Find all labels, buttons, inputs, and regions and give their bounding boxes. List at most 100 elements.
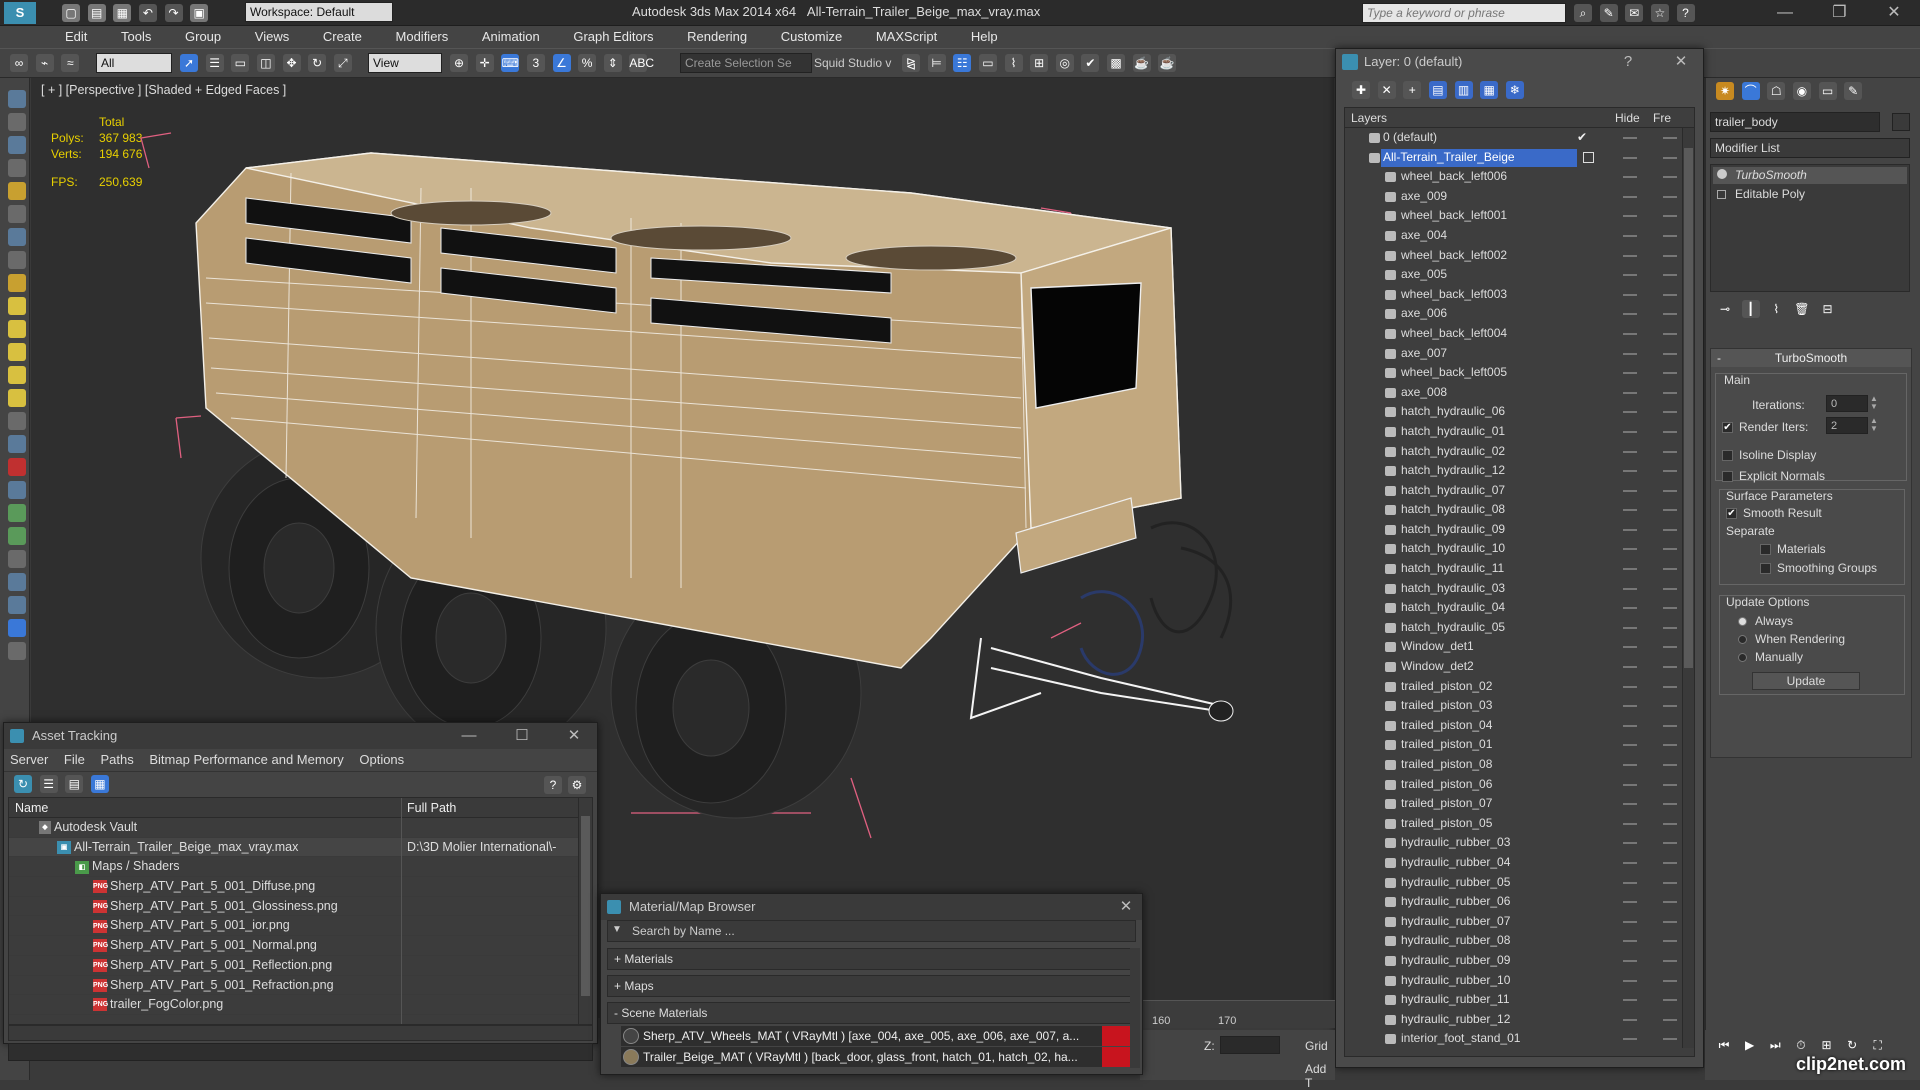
hide-toggle[interactable] [1623, 332, 1637, 335]
layer-scrollbar-thumb[interactable] [1684, 148, 1693, 668]
maximize-icon[interactable]: ☐ [507, 723, 537, 749]
add-to-layer-icon[interactable]: + [1403, 81, 1422, 99]
hide-toggle[interactable] [1623, 999, 1637, 1002]
freeze-toggle[interactable] [1663, 450, 1677, 453]
hide-toggle[interactable] [1623, 195, 1637, 198]
asset-menu-bitmap[interactable]: Bitmap Performance and Memory [149, 752, 343, 767]
layer-object-row[interactable]: wheel_back_left001 [1345, 206, 1694, 226]
expand-icon[interactable] [1717, 190, 1726, 199]
layer-object-row[interactable]: axe_009 [1345, 187, 1694, 207]
freeze-toggle[interactable] [1663, 313, 1677, 316]
current-layer-box-icon[interactable] [1583, 151, 1594, 163]
delete-layer-icon[interactable]: ✕ [1377, 81, 1396, 99]
layer-object-row[interactable]: trailed_piston_02 [1345, 677, 1694, 697]
squid-studio-label[interactable]: Squid Studio v [814, 56, 891, 70]
active-layer-check-icon[interactable]: ✔ [1577, 128, 1587, 148]
show-end-result-icon[interactable]: ┃ [1741, 300, 1760, 318]
hide-toggle[interactable] [1623, 430, 1637, 433]
restore-icon[interactable]: ❐ [1814, 2, 1864, 22]
orbit-icon[interactable]: ↻ [1843, 1036, 1862, 1054]
layers-column-header[interactable]: Layers [1351, 108, 1387, 128]
hide-toggle[interactable] [1623, 764, 1637, 766]
asset-map-row[interactable]: PNG Sherp_ATV_Part_5_001_Glossiness.png [9, 897, 592, 917]
tool-strip-icon[interactable] [8, 641, 26, 660]
stack-item-turbosmooth[interactable]: TurboSmooth [1713, 167, 1907, 184]
hide-toggle[interactable] [1623, 803, 1637, 806]
freeze-toggle[interactable] [1663, 901, 1677, 904]
tool-strip-icon[interactable] [8, 411, 26, 430]
freeze-toggle[interactable] [1663, 744, 1677, 747]
menu-animation[interactable]: Animation [467, 26, 555, 48]
layer-object-row[interactable]: wheel_back_left006 [1345, 167, 1694, 187]
stack-item-editable-poly[interactable]: Editable Poly [1713, 186, 1907, 203]
layer-object-row[interactable]: hatch_hydraulic_03 [1345, 579, 1694, 599]
menu-maxscript[interactable]: MAXScript [861, 26, 952, 48]
freeze-toggle[interactable] [1663, 332, 1677, 335]
communication-icon[interactable]: ✉ [1625, 4, 1644, 22]
add-time-tag-label[interactable]: Add T [1305, 1062, 1335, 1090]
asset-scrollbar-thumb[interactable] [581, 816, 590, 996]
layer-object-row[interactable]: hatch_hydraulic_02 [1345, 442, 1694, 462]
project-folder-icon[interactable]: ▣ [190, 4, 209, 22]
layer-object-row[interactable]: trailed_piston_01 [1345, 735, 1694, 755]
curve-editor-icon[interactable]: ⌇ [1004, 54, 1023, 72]
hide-toggle[interactable] [1623, 842, 1637, 845]
freeze-toggle[interactable] [1663, 764, 1677, 766]
asset-menu-file[interactable]: File [64, 752, 85, 767]
layer-object-row[interactable]: hatch_hydraulic_08 [1345, 500, 1694, 520]
freeze-toggle[interactable] [1663, 646, 1677, 649]
link-icon[interactable]: ∞ [10, 54, 28, 72]
asset-tracking-titlebar[interactable]: Asset Tracking — ☐ ✕ [4, 723, 597, 749]
hide-toggle[interactable] [1623, 959, 1637, 962]
freeze-toggle[interactable] [1663, 274, 1677, 277]
asset-hscrollbar[interactable] [8, 1025, 593, 1041]
layer-close-icon[interactable]: ✕ [1666, 49, 1696, 75]
layer-object-row[interactable]: hatch_hydraulic_01 [1345, 422, 1694, 442]
tool-strip-icon[interactable] [8, 365, 26, 384]
freeze-toggle[interactable] [1663, 940, 1677, 943]
hide-toggle[interactable] [1623, 940, 1637, 943]
menu-views[interactable]: Views [240, 26, 304, 48]
freeze-toggle[interactable] [1663, 430, 1677, 433]
tool-strip-icon[interactable] [8, 273, 26, 292]
layer-object-row[interactable]: wheel_back_left004 [1345, 324, 1694, 344]
menu-rendering[interactable]: Rendering [672, 26, 762, 48]
keyboard-shortcut-icon[interactable]: ⌨ [501, 54, 520, 72]
layer-object-row[interactable]: trailed_piston_03 [1345, 696, 1694, 716]
asset-row-maps-folder[interactable]: ◧ Maps / Shaders [9, 857, 592, 878]
freeze-toggle[interactable] [1663, 234, 1677, 237]
tool-strip-icon[interactable] [8, 181, 26, 200]
layer-object-row[interactable]: hydraulic_rubber_12 [1345, 1010, 1694, 1030]
hide-toggle[interactable] [1623, 744, 1637, 747]
menu-create[interactable]: Create [308, 26, 377, 48]
hide-toggle[interactable] [1623, 901, 1637, 904]
tool-strip-icon[interactable] [8, 89, 26, 108]
asset-map-row[interactable]: PNG Sherp_ATV_Part_5_001_Reflection.png [9, 956, 592, 976]
layer-object-row[interactable]: trailed_piston_08 [1345, 755, 1694, 775]
create-layer-icon[interactable]: ✚ [1352, 81, 1370, 99]
percent-snap-icon[interactable]: % [578, 54, 597, 72]
update-always-radio[interactable]: Always [1738, 614, 1793, 628]
freeze-toggle[interactable] [1663, 470, 1677, 473]
layer-manager-icon[interactable]: ☷ [953, 54, 972, 72]
menu-group[interactable]: Group [170, 26, 236, 48]
freeze-column-header[interactable]: Fre [1653, 108, 1671, 128]
hide-toggle[interactable] [1623, 313, 1637, 316]
pivot-icon[interactable]: ⊕ [450, 54, 468, 72]
bind-space-warp-icon[interactable]: ≈ [61, 54, 80, 72]
hide-toggle[interactable] [1623, 176, 1637, 179]
scene-material-row[interactable]: Sherp_ATV_Wheels_MAT ( VRayMtl ) [axe_00… [621, 1026, 1136, 1046]
tool-strip-icon[interactable] [8, 457, 26, 476]
tool-strip-icon[interactable] [8, 595, 26, 614]
tool-strip-icon[interactable] [8, 526, 26, 545]
layer-object-row[interactable]: Window_det1 [1345, 637, 1694, 657]
menu-customize[interactable]: Customize [766, 26, 857, 48]
play-icon[interactable]: ▶ [1740, 1036, 1759, 1054]
layer-object-row[interactable]: axe_006 [1345, 304, 1694, 324]
select-in-layer-icon[interactable]: ▤ [1428, 81, 1447, 99]
spinner-arrows-icon[interactable]: ▲ ▼ [1870, 417, 1878, 433]
window-crossing-icon[interactable]: ◫ [256, 54, 275, 72]
align-icon[interactable]: ⊨ [927, 54, 946, 72]
tool-strip-icon[interactable] [8, 503, 26, 522]
tool-strip-icon[interactable] [8, 296, 26, 315]
